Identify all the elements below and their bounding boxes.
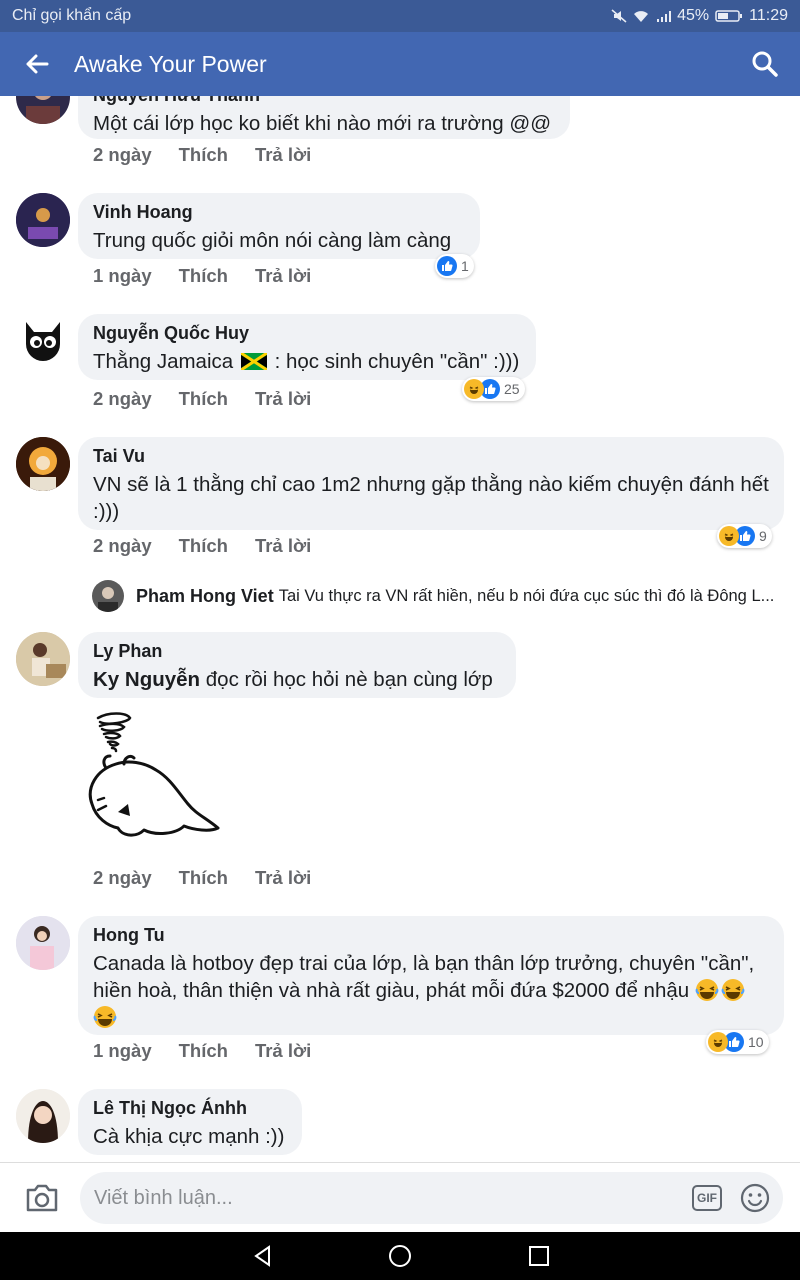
comment-bubble[interactable]: Tai Vu VN sẽ là 1 thằng chỉ cao 1m2 nhưn… <box>78 437 784 530</box>
comment-text: Thằng Jamaica : học sinh chuyên "cần" :)… <box>93 350 520 373</box>
reaction-summary[interactable]: 10 <box>706 1030 769 1054</box>
comment-text: Ky Nguyễn đọc rồi học hỏi nè bạn cùng lớ… <box>93 668 493 691</box>
carrier-text: Chỉ gọi khẩn cấp <box>12 7 132 24</box>
comment-text: Cà khịa cực mạnh :)) <box>93 1125 285 1148</box>
reply-link[interactable]: Trả lời <box>255 144 311 166</box>
camera-icon[interactable] <box>24 1181 60 1215</box>
comment-author[interactable]: Vinh Hoang <box>93 202 465 223</box>
comment-author[interactable]: Nguyễn Hữu Thành <box>93 96 555 106</box>
reply-link[interactable]: Trả lời <box>255 535 311 557</box>
back-button[interactable] <box>0 32 74 96</box>
wifi-icon <box>634 11 649 22</box>
like-link[interactable]: Thích <box>179 388 228 410</box>
reaction-count: 25 <box>504 381 520 397</box>
nav-back-icon[interactable] <box>251 1244 275 1268</box>
comment-time: 2 ngày <box>93 388 152 409</box>
like-link[interactable]: Thích <box>179 144 228 166</box>
nav-recents-icon[interactable] <box>527 1244 551 1268</box>
comment-input[interactable]: Viết bình luận... <box>80 1172 783 1224</box>
avatar[interactable] <box>92 580 124 612</box>
comment-actions: 1 ngày Thích Trả lời <box>93 265 338 287</box>
reply-link[interactable]: Trả lời <box>255 265 311 287</box>
comments-list[interactable]: Nguyễn Hữu Thành Một cái lớp học ko biết… <box>0 96 800 1162</box>
laughing-emoji-icon <box>695 978 719 1002</box>
laughing-emoji-icon <box>721 978 745 1002</box>
comment-actions: 2 ngày Thích Trả lời <box>93 144 338 166</box>
comment-bubble[interactable]: Hong Tu Canada là hotboy đẹp trai của lớ… <box>78 916 784 1035</box>
comment-actions: 2 ngày Thích Trả lời <box>93 867 338 889</box>
search-button[interactable] <box>730 32 800 96</box>
like-link[interactable]: Thích <box>179 867 228 889</box>
comment-bubble[interactable]: Nguyễn Quốc Huy Thằng Jamaica : học sinh… <box>78 314 536 380</box>
comment-bubble[interactable]: Lê Thị Ngọc Ánhh Cà khịa cực mạnh :)) <box>78 1089 302 1155</box>
comment-time: 1 ngày <box>93 1040 152 1061</box>
avatar[interactable] <box>16 437 70 491</box>
comment-time: 2 ngày <box>93 535 152 556</box>
signal-icon <box>657 11 672 22</box>
comment-author[interactable]: Lê Thị Ngọc Ánhh <box>93 1098 287 1119</box>
comment-bubble[interactable]: Nguyễn Hữu Thành Một cái lớp học ko biết… <box>78 96 570 139</box>
avatar[interactable] <box>16 193 70 247</box>
comment-bubble[interactable]: Ly Phan Ky Nguyễn đọc rồi học hỏi nè bạn… <box>78 632 516 698</box>
like-link[interactable]: Thích <box>179 1040 228 1062</box>
system-nav-bar <box>0 1232 800 1280</box>
reaction-summary[interactable]: 25 <box>462 377 525 401</box>
comment-text: VN sẽ là 1 thằng chỉ cao 1m2 nhưng gặp t… <box>93 473 769 523</box>
comment-actions: 2 ngày Thích Trả lời <box>93 388 338 410</box>
clock: 11:29 <box>749 7 788 24</box>
comment-actions: 2 ngày Thích Trả lời <box>93 535 338 557</box>
avatar[interactable] <box>16 1089 70 1143</box>
haha-reaction-icon <box>464 379 484 399</box>
reply-link[interactable]: Trả lời <box>255 867 311 889</box>
like-reaction-icon <box>437 256 457 276</box>
like-link[interactable]: Thích <box>179 535 228 557</box>
comment-text: Một cái lớp học ko biết khi nào mới ra t… <box>93 112 552 135</box>
status-bar: Chỉ gọi khẩn cấp 45% 11:29 <box>0 0 800 32</box>
avatar[interactable] <box>16 632 70 686</box>
avatar[interactable] <box>16 96 70 124</box>
reply-preview[interactable]: Pham Hong Viet Tai Vu thực ra VN rất hiề… <box>92 579 792 613</box>
search-icon <box>752 51 778 77</box>
comment-sticker[interactable] <box>84 708 234 858</box>
battery-percent: 45% <box>677 7 710 24</box>
comment-composer: Viết bình luận... GIF <box>0 1162 800 1232</box>
comment-bubble[interactable]: Vinh Hoang Trung quốc giỏi môn nói càng … <box>78 193 480 259</box>
comment-time: 2 ngày <box>93 867 152 888</box>
haha-reaction-icon <box>708 1032 728 1052</box>
comment-actions: 1 ngày Thích Trả lời <box>93 1040 338 1062</box>
back-arrow-icon <box>26 54 49 74</box>
reaction-summary[interactable]: 9 <box>717 524 772 548</box>
laughing-emoji-icon <box>93 1005 117 1029</box>
emoji-icon[interactable] <box>740 1183 770 1213</box>
reaction-summary[interactable]: 1 <box>435 254 474 278</box>
comment-author[interactable]: Nguyễn Quốc Huy <box>93 323 521 344</box>
comment-time: 2 ngày <box>93 144 152 165</box>
reaction-count: 1 <box>461 258 469 274</box>
comment-text: Canada là hotboy đẹp trai của lớp, là bạ… <box>93 950 769 1031</box>
reply-link[interactable]: Trả lời <box>255 388 311 410</box>
comment-author[interactable]: Ly Phan <box>93 641 501 662</box>
reply-link[interactable]: Trả lời <box>255 1040 311 1062</box>
avatar[interactable] <box>16 314 70 368</box>
comment-time: 1 ngày <box>93 265 152 286</box>
avatar[interactable] <box>16 916 70 970</box>
reply-text: Tai Vu thực ra VN rất hiền, nếu b nói đứ… <box>278 586 775 605</box>
battery-icon <box>715 10 743 22</box>
haha-reaction-icon <box>719 526 739 546</box>
mention-link[interactable]: Ky Nguyễn <box>93 668 200 691</box>
like-link[interactable]: Thích <box>179 265 228 287</box>
app-header: Awake Your Power <box>0 32 800 96</box>
reply-author[interactable]: Pham Hong Viet <box>136 586 274 607</box>
jamaica-flag-icon <box>240 351 268 372</box>
comment-text: Trung quốc giỏi môn nói càng làm càng <box>93 229 452 252</box>
reaction-count: 10 <box>748 1034 764 1050</box>
nav-home-icon[interactable] <box>388 1244 412 1268</box>
page-title: Awake Your Power <box>74 50 267 77</box>
gif-button[interactable]: GIF <box>692 1185 722 1211</box>
mute-icon <box>611 9 627 23</box>
comment-author[interactable]: Hong Tu <box>93 925 769 946</box>
reaction-count: 9 <box>759 528 767 544</box>
comment-author[interactable]: Tai Vu <box>93 446 769 467</box>
